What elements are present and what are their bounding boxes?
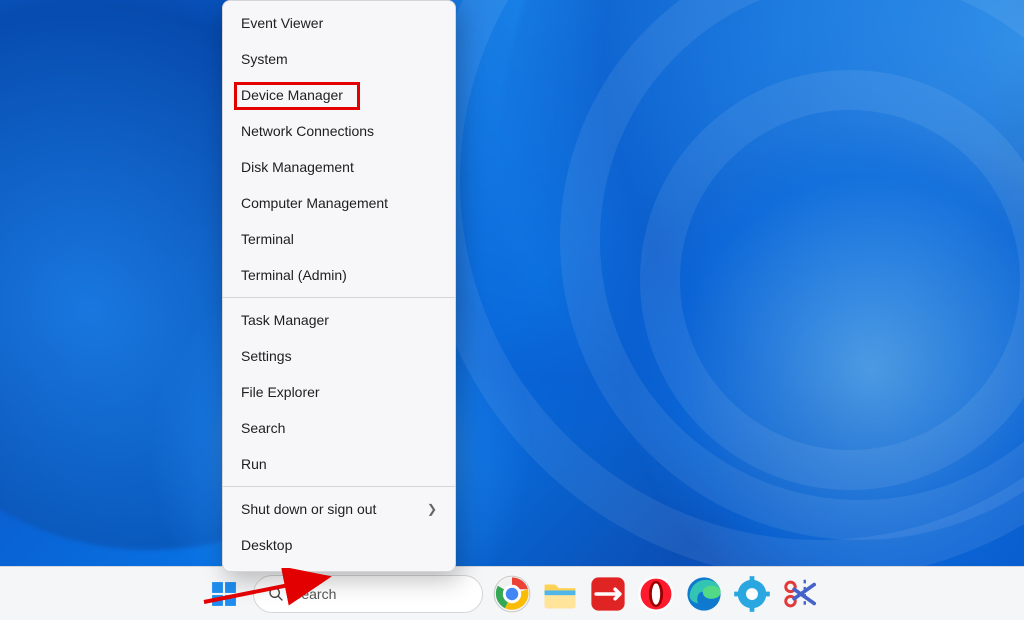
menu-item-label: Search: [241, 420, 285, 436]
app-red-icon[interactable]: [589, 575, 627, 613]
menu-item-label: Disk Management: [241, 159, 354, 175]
winx-item-task-manager[interactable]: Task Manager: [223, 302, 455, 338]
edge-logo-icon: [685, 575, 723, 613]
menu-item-label: Settings: [241, 348, 292, 364]
taskbar: Search: [0, 566, 1024, 620]
winx-item-desktop[interactable]: Desktop: [223, 527, 455, 563]
menu-item-label: Terminal (Admin): [241, 267, 347, 283]
winx-item-computer-management[interactable]: Computer Management: [223, 185, 455, 221]
menu-item-label: Shut down or sign out: [241, 501, 376, 517]
winx-item-run[interactable]: Run: [223, 446, 455, 482]
menu-item-label: Desktop: [241, 537, 292, 553]
menu-item-label: Event Viewer: [241, 15, 323, 31]
snipping-tool-icon[interactable]: [781, 575, 819, 613]
winx-item-system[interactable]: System: [223, 41, 455, 77]
scissors-icon: [781, 575, 819, 613]
winx-item-file-explorer[interactable]: File Explorer: [223, 374, 455, 410]
menu-item-label: Device Manager: [241, 87, 343, 103]
menu-item-label: Terminal: [241, 231, 294, 247]
winx-item-search[interactable]: Search: [223, 410, 455, 446]
search-placeholder: Search: [292, 586, 336, 602]
winx-item-event-viewer[interactable]: Event Viewer: [223, 5, 455, 41]
winx-item-network-connections[interactable]: Network Connections: [223, 113, 455, 149]
chrome-logo-icon: [493, 575, 531, 613]
chrome-icon[interactable]: [493, 575, 531, 613]
desktop-wallpaper: [0, 0, 1024, 620]
chevron-right-icon: ❯: [427, 502, 437, 516]
red-app-icon: [589, 575, 627, 613]
winx-item-device-manager[interactable]: Device Manager: [223, 77, 455, 113]
start-button[interactable]: [205, 575, 243, 613]
winx-item-disk-management[interactable]: Disk Management: [223, 149, 455, 185]
gear-colorful-icon: [733, 575, 771, 613]
menu-separator: [223, 297, 455, 298]
menu-item-label: Task Manager: [241, 312, 329, 328]
winx-item-settings[interactable]: Settings: [223, 338, 455, 374]
search-icon: [268, 586, 284, 602]
winx-item-terminal[interactable]: Terminal: [223, 221, 455, 257]
menu-separator: [223, 486, 455, 487]
opera-icon[interactable]: [637, 575, 675, 613]
menu-item-label: File Explorer: [241, 384, 320, 400]
winx-item-terminal-admin[interactable]: Terminal (Admin): [223, 257, 455, 293]
menu-item-label: System: [241, 51, 288, 67]
folder-icon: [541, 575, 579, 613]
opera-logo-icon: [637, 575, 675, 613]
winx-menu: Event Viewer System Device Manager Netwo…: [222, 0, 456, 572]
winx-item-shut-down[interactable]: Shut down or sign out ❯: [223, 491, 455, 527]
edge-icon[interactable]: [685, 575, 723, 613]
settings-app-icon[interactable]: [733, 575, 771, 613]
menu-item-label: Network Connections: [241, 123, 374, 139]
windows-logo-icon: [211, 581, 237, 607]
menu-item-label: Run: [241, 456, 267, 472]
taskbar-search[interactable]: Search: [253, 575, 483, 613]
menu-item-label: Computer Management: [241, 195, 388, 211]
file-explorer-icon[interactable]: [541, 575, 579, 613]
